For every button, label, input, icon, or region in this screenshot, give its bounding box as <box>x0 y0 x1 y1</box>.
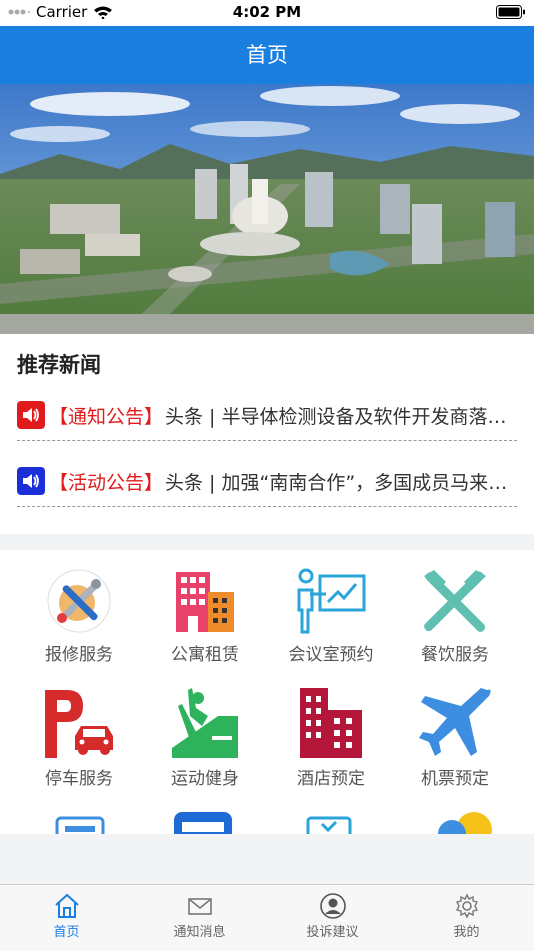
tab-label: 投诉建议 <box>306 925 359 940</box>
mail-icon <box>187 898 212 915</box>
document-icon <box>55 816 105 834</box>
news-item[interactable]: 【通知公告】 头条 | 半导体检测设备及软件开发商落户高新区 <box>17 390 517 441</box>
tab-bar: 首页 通知消息 投诉建议 我的 <box>0 884 534 951</box>
section-title: 推荐新闻 <box>17 353 101 377</box>
tab-mine[interactable]: 我的 <box>400 893 533 940</box>
service-label: 运动健身 <box>171 769 239 789</box>
service-label: 酒店预定 <box>297 769 365 789</box>
gear-icon <box>455 893 478 919</box>
banner-image[interactable] <box>0 84 534 334</box>
hotel-icon <box>300 688 362 758</box>
news-tag: 【活动公告】 <box>49 471 164 494</box>
service-label: 报修服务 <box>45 645 113 665</box>
parking-icon <box>45 690 113 758</box>
service-meeting-room[interactable]: 会议室预约 <box>271 566 391 665</box>
service-label: 餐饮服务 <box>421 645 489 665</box>
service-apartment[interactable]: 公寓租赁 <box>145 566 265 665</box>
battery-icon <box>496 5 525 19</box>
apartment-icon <box>176 572 234 632</box>
chat-icon <box>438 812 492 834</box>
speaker-icon <box>17 467 45 495</box>
fork-knife-icon <box>424 570 486 632</box>
user-icon <box>319 893 346 919</box>
service-label: 公寓租赁 <box>171 645 239 665</box>
airplane-icon <box>419 688 491 756</box>
city-aerial-image <box>0 84 534 334</box>
page-title: 首页 <box>246 43 288 67</box>
bus-icon <box>174 812 232 834</box>
calendar-icon <box>306 816 352 834</box>
service-label: 停车服务 <box>45 769 113 789</box>
tab-label: 首页 <box>53 925 80 940</box>
news-title: 头条 | 半导体检测设备及软件开发商落户高新区 <box>165 405 517 428</box>
service-label: 机票预定 <box>421 769 489 789</box>
status-bar: Carrier 4:02 PM <box>0 0 534 26</box>
service-flight[interactable]: 机票预定 <box>395 686 515 789</box>
repair-tools-icon <box>47 569 111 633</box>
recommended-news-section: 推荐新闻 【通知公告】 头条 | 半导体检测设备及软件开发商落户高新区 【活动公… <box>0 334 534 534</box>
service-fitness[interactable]: 运动健身 <box>145 686 265 789</box>
tab-notifications[interactable]: 通知消息 <box>133 893 266 940</box>
tab-complaints[interactable]: 投诉建议 <box>266 893 399 940</box>
nav-bar: 首页 <box>0 26 534 84</box>
service-parking[interactable]: 停车服务 <box>19 686 139 789</box>
service-dining[interactable]: 餐饮服务 <box>395 566 515 665</box>
clock: 4:02 PM <box>232 3 302 21</box>
services-grid: 报修服务 公寓租赁 会议室预约 餐饮服务 停车服务 运动健身 酒店预定 机票预定 <box>0 550 534 834</box>
news-tag: 【通知公告】 <box>49 405 164 428</box>
fitness-icon <box>172 688 238 758</box>
tab-label: 通知消息 <box>173 925 226 940</box>
home-icon <box>54 893 79 918</box>
tab-home[interactable]: 首页 <box>0 893 133 940</box>
news-title: 头条 | 加强“南南合作”，多国成员马来西亚 <box>165 471 517 494</box>
news-item[interactable]: 【活动公告】 头条 | 加强“南南合作”，多国成员马来西亚 <box>17 456 517 507</box>
service-hotel[interactable]: 酒店预定 <box>271 686 391 789</box>
meeting-room-icon <box>297 568 366 634</box>
speaker-icon <box>17 401 45 429</box>
service-repair[interactable]: 报修服务 <box>19 566 139 665</box>
tab-label: 我的 <box>453 925 480 940</box>
service-label: 会议室预约 <box>288 645 374 665</box>
